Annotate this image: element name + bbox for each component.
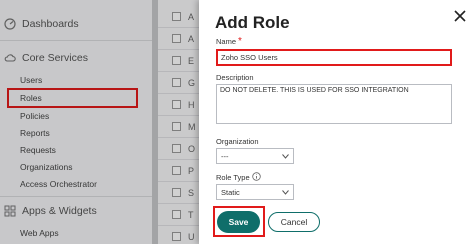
description-field[interactable]: DO NOT DELETE. THIS IS USED FOR SSO INTE… bbox=[216, 84, 452, 124]
description-input[interactable]: DO NOT DELETE. THIS IS USED FOR SSO INTE… bbox=[217, 85, 451, 123]
cancel-button[interactable]: Cancel bbox=[268, 212, 320, 232]
info-icon[interactable] bbox=[252, 172, 261, 181]
role-type-label: Role Type bbox=[216, 173, 250, 182]
required-marker: * bbox=[238, 36, 242, 47]
organization-select[interactable]: --- bbox=[216, 148, 294, 164]
name-label-text: Name bbox=[216, 37, 237, 46]
dialog-title: Add Role bbox=[215, 13, 290, 32]
organization-select-value: --- bbox=[221, 151, 229, 161]
save-button[interactable]: Save bbox=[217, 211, 260, 233]
role-type-select[interactable]: Static bbox=[216, 184, 294, 200]
description-label: Description bbox=[216, 73, 254, 82]
chevron-down-icon bbox=[282, 189, 289, 195]
organization-label: Organization bbox=[216, 137, 259, 146]
name-field[interactable] bbox=[216, 49, 452, 66]
name-label: Name * bbox=[216, 36, 242, 47]
close-icon[interactable] bbox=[452, 8, 468, 24]
chevron-down-icon bbox=[282, 153, 289, 159]
role-type-select-value: Static bbox=[221, 187, 240, 197]
name-input[interactable] bbox=[218, 51, 450, 64]
